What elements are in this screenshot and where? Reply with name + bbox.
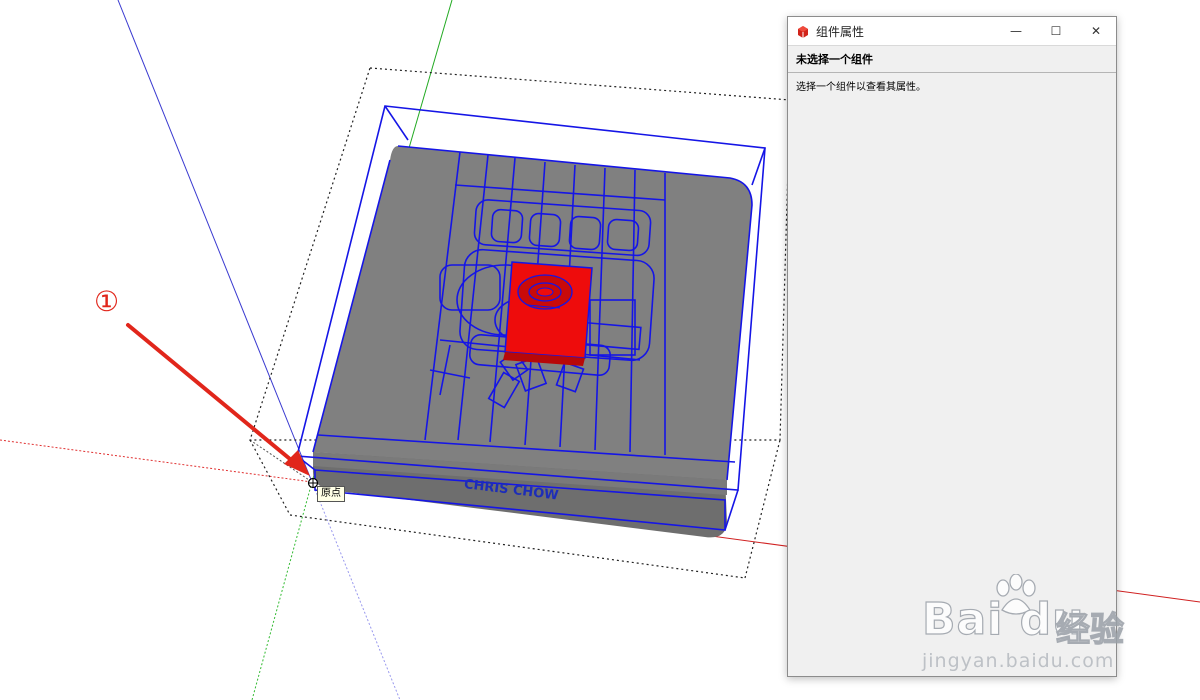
dialog-message: 选择一个组件以查看其属性。 xyxy=(796,82,926,93)
watermark-chinese: 经验 xyxy=(1055,609,1124,650)
step-marker: ① xyxy=(94,285,120,318)
dialog-header: 未选择一个组件 xyxy=(788,45,1116,73)
selected-component[interactable] xyxy=(503,261,593,366)
close-button[interactable]: ✕ xyxy=(1076,17,1116,45)
annotation-arrow xyxy=(126,323,310,476)
sketchup-icon xyxy=(796,24,810,38)
dialog-title: 组件属性 xyxy=(816,24,865,39)
minimize-button[interactable]: — xyxy=(996,17,1036,45)
baidu-watermark: Bai du 经验 jingyan.baidu.com xyxy=(921,574,1152,674)
maximize-button[interactable]: ☐ xyxy=(1036,17,1076,45)
origin-tooltip: 原点 xyxy=(317,486,345,502)
dialog-titlebar[interactable]: 组件属性 — ☐ ✕ xyxy=(788,17,1116,45)
watermark-url: jingyan.baidu.com xyxy=(922,650,1115,672)
